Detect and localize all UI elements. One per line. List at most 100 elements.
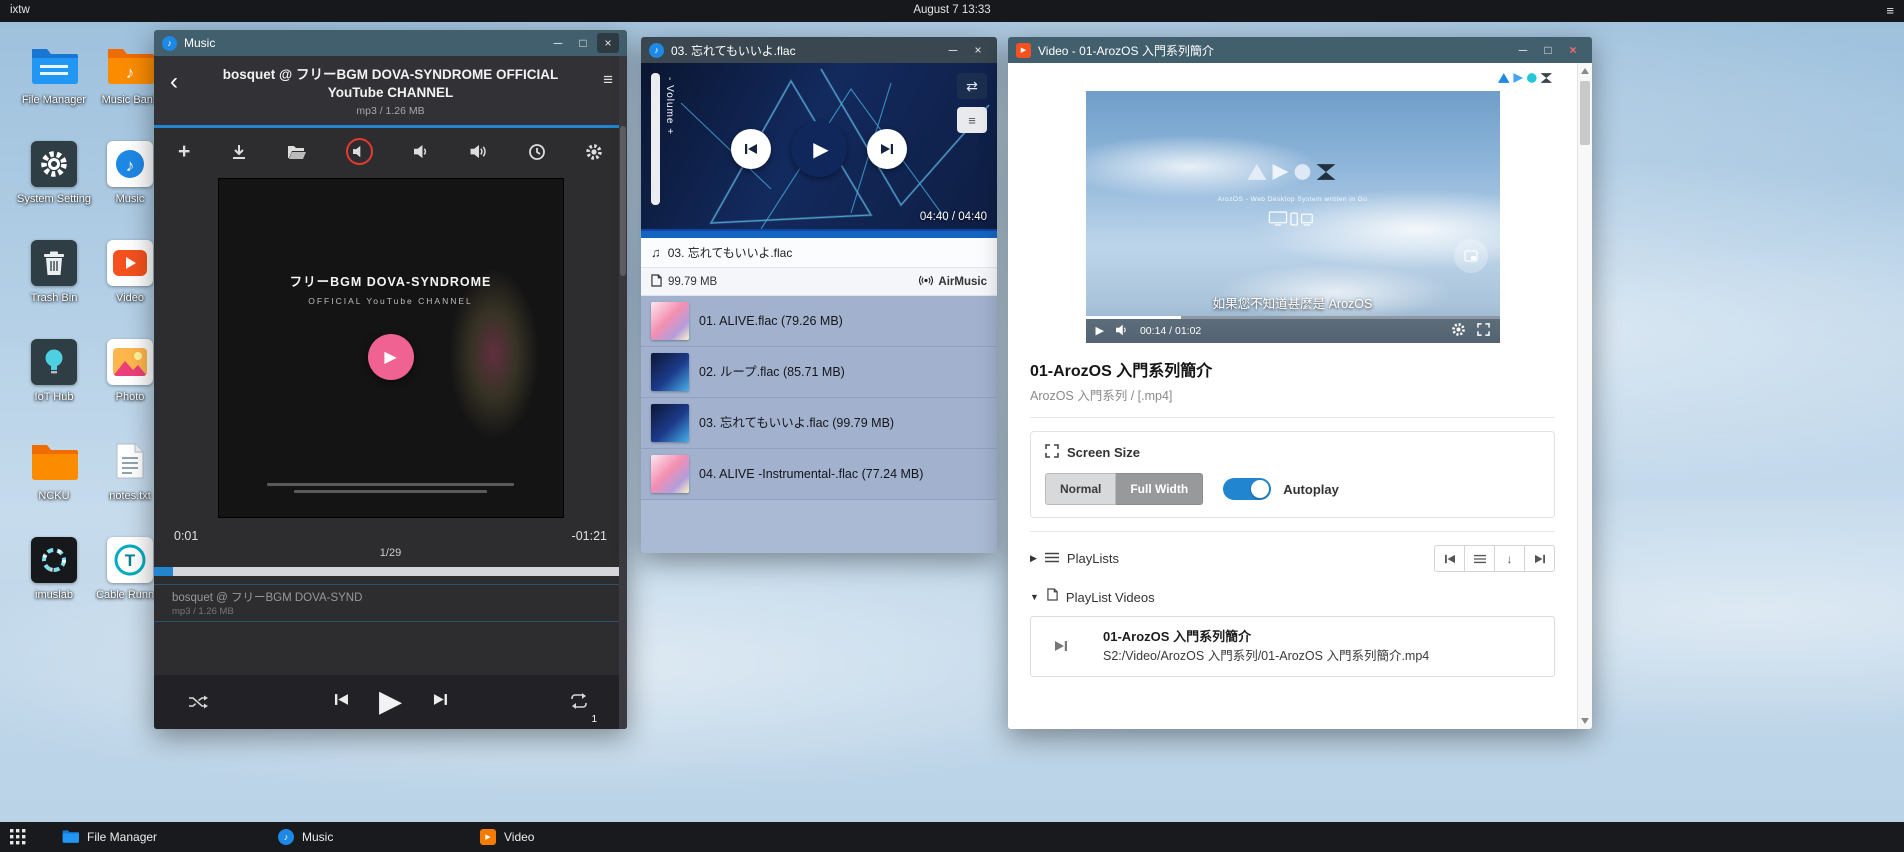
music-playback-controls: ▶ 1: [154, 675, 627, 729]
svg-text:♪: ♪: [126, 63, 135, 82]
next-track-icon[interactable]: [432, 693, 448, 711]
divider: [1030, 417, 1555, 418]
device-icons: [1268, 211, 1318, 231]
previous-track-icon[interactable]: [333, 693, 349, 711]
video-close-button[interactable]: ×: [1562, 40, 1584, 60]
music-menu-icon[interactable]: ≡: [603, 70, 613, 90]
repeat-mode-icon[interactable]: ⇄: [957, 73, 987, 99]
file-size-label: 99.79 MB: [668, 276, 717, 288]
thumbnail-play-icon[interactable]: ▶: [368, 334, 414, 380]
video-player[interactable]: ArozOS - Web Desktop System written in G…: [1086, 91, 1500, 343]
back-icon[interactable]: ‹: [170, 68, 178, 96]
screen-size-card: Screen Size Normal Full Width Autoplay: [1030, 431, 1555, 518]
skip-start-button[interactable]: [1434, 545, 1465, 572]
playlist-controls: ↓: [1434, 545, 1555, 572]
desktop-icon-label: Trash Bin: [31, 292, 78, 306]
video-play-icon[interactable]: ▶: [1096, 326, 1104, 337]
music-seek-bar[interactable]: [154, 567, 627, 576]
skip-end-button[interactable]: [1524, 545, 1555, 572]
play-icon[interactable]: ▶: [379, 687, 402, 717]
track-row[interactable]: 02. ループ.flac (85.71 MB): [641, 347, 997, 398]
desktop-icon-file-manager[interactable]: File Manager: [17, 40, 91, 139]
photo-icon: [107, 339, 153, 385]
video-seek-bar[interactable]: [1086, 316, 1500, 319]
airmusic-minimize-button[interactable]: ─: [942, 40, 964, 60]
taskbar-item-music[interactable]: ♪ Music: [278, 822, 333, 852]
pip-ghost-button[interactable]: [1454, 239, 1488, 273]
music-minimize-button[interactable]: ─: [547, 33, 569, 53]
video-window-icon: ▶: [1016, 43, 1031, 58]
airmusic-close-button[interactable]: ×: [967, 40, 989, 60]
desktop-icon-label: Video: [116, 292, 144, 306]
music-maximize-button[interactable]: □: [572, 33, 594, 53]
music-track-meta: mp3 / 1.26 MB: [200, 105, 581, 117]
music-scrollbar-thumb[interactable]: [620, 126, 626, 276]
fullscreen-icon[interactable]: [1477, 323, 1490, 339]
playlist-menu-button[interactable]: [1464, 545, 1495, 572]
taskbar-item-file-manager[interactable]: File Manager: [62, 822, 157, 852]
full-width-button[interactable]: Full Width: [1116, 473, 1203, 505]
autoplay-toggle[interactable]: [1223, 478, 1271, 500]
music-titlebar[interactable]: ♪ Music ─ □ ×: [154, 30, 627, 56]
album-art-thumbnail[interactable]: フリーBGM DOVA-SYNDROME OFFICIAL YouTube CH…: [219, 179, 563, 517]
playlist-videos-label: PlayList Videos: [1066, 590, 1155, 605]
desktop-icon-system-setting[interactable]: System Setting: [17, 139, 91, 238]
download-icon[interactable]: [230, 143, 248, 161]
desktop-icon-imuslab[interactable]: imuslab: [17, 535, 91, 634]
video-scrollbar[interactable]: [1577, 63, 1592, 729]
previous-track-button[interactable]: [731, 129, 771, 169]
music-header: ‹ bosquet @ フリーBGM DOVA-SYNDROME OFFICIA…: [154, 56, 627, 128]
track-row[interactable]: 01. ALIVE.flac (79.26 MB): [641, 296, 997, 347]
taskbar-item-label: Music: [302, 830, 333, 844]
track-row[interactable]: 03. 忘れてもいいよ.flac (99.79 MB): [641, 398, 997, 449]
muted-speaker-icon[interactable]: [346, 138, 373, 165]
desktop-icon-label: Music Bank: [102, 94, 159, 108]
now-playing-title: bosquet @ フリーBGM DOVA-SYND: [172, 589, 609, 605]
scrollbar-up-arrow[interactable]: [1581, 68, 1589, 74]
topbar-menu-icon[interactable]: ≡: [1886, 3, 1894, 18]
desktop-icon-ncku[interactable]: NCKU: [17, 436, 91, 535]
airmusic-transport-controls: ▶: [641, 121, 997, 177]
playlist-video-item[interactable]: 01-ArozOS 入門系列簡介 S2:/Video/ArozOS 入門系列/0…: [1030, 616, 1555, 677]
normal-size-button[interactable]: Normal: [1045, 473, 1116, 505]
video-volume-icon[interactable]: [1115, 324, 1129, 339]
video-play-icon: ▶: [480, 829, 496, 845]
playlist-videos-section-header[interactable]: ▼ PlayList Videos: [1030, 588, 1555, 606]
open-folder-icon[interactable]: [287, 144, 307, 160]
window-music: ♪ Music ─ □ × ‹ bosquet @ フリーBGM DOVA-SY…: [154, 30, 627, 729]
video-maximize-button[interactable]: □: [1537, 40, 1559, 60]
shuffle-icon[interactable]: [188, 694, 208, 715]
expand-arrow-icon[interactable]: ▼: [1030, 592, 1039, 602]
next-track-button[interactable]: [867, 129, 907, 169]
desktop-icon-trash-bin[interactable]: Trash Bin: [17, 238, 91, 337]
video-minimize-button[interactable]: ─: [1512, 40, 1534, 60]
collapse-arrow-icon[interactable]: ▶: [1030, 553, 1037, 564]
playlists-section-header[interactable]: ▶ PlayLists ↓: [1030, 545, 1555, 572]
desktop-icon-iot-hub[interactable]: IoT Hub: [17, 337, 91, 436]
scrollbar-down-arrow[interactable]: [1581, 718, 1589, 724]
add-icon[interactable]: +: [178, 141, 190, 162]
app-grid-icon[interactable]: [10, 829, 27, 851]
music-scrollbar[interactable]: [619, 56, 627, 729]
window-video: ▶ Video - 01-ArozOS 入門系列簡介 ─ □ × ArozOS …: [1008, 37, 1592, 729]
now-playing-row[interactable]: bosquet @ フリーBGM DOVA-SYND mp3 / 1.26 MB: [154, 584, 627, 622]
settings-gear-icon[interactable]: [585, 143, 603, 161]
video-settings-icon[interactable]: [1451, 322, 1466, 340]
video-titlebar[interactable]: ▶ Video - 01-ArozOS 入門系列簡介 ─ □ ×: [1008, 37, 1592, 63]
history-icon[interactable]: [528, 143, 546, 161]
music-close-button[interactable]: ×: [597, 33, 619, 53]
video-scrollbar-thumb[interactable]: [1580, 81, 1590, 145]
download-video-button[interactable]: ↓: [1494, 545, 1525, 572]
repeat-icon[interactable]: [569, 693, 589, 714]
lightbulb-icon: [31, 339, 77, 385]
speaker-high-icon[interactable]: [469, 144, 488, 159]
airmusic-seek-bar[interactable]: [641, 229, 997, 238]
airmusic-time-display: 04:40 / 04:40: [920, 211, 987, 223]
airmusic-titlebar[interactable]: ♪ 03. 忘れてもいいよ.flac ─ ×: [641, 37, 997, 63]
service-name-label: AirMusic: [938, 276, 987, 288]
speaker-low-icon[interactable]: [413, 144, 430, 159]
taskbar-item-label: File Manager: [87, 830, 157, 844]
taskbar-item-video[interactable]: ▶ Video: [480, 822, 534, 852]
play-button[interactable]: ▶: [791, 121, 847, 177]
track-row[interactable]: 04. ALIVE -Instrumental-.flac (77.24 MB): [641, 449, 997, 500]
